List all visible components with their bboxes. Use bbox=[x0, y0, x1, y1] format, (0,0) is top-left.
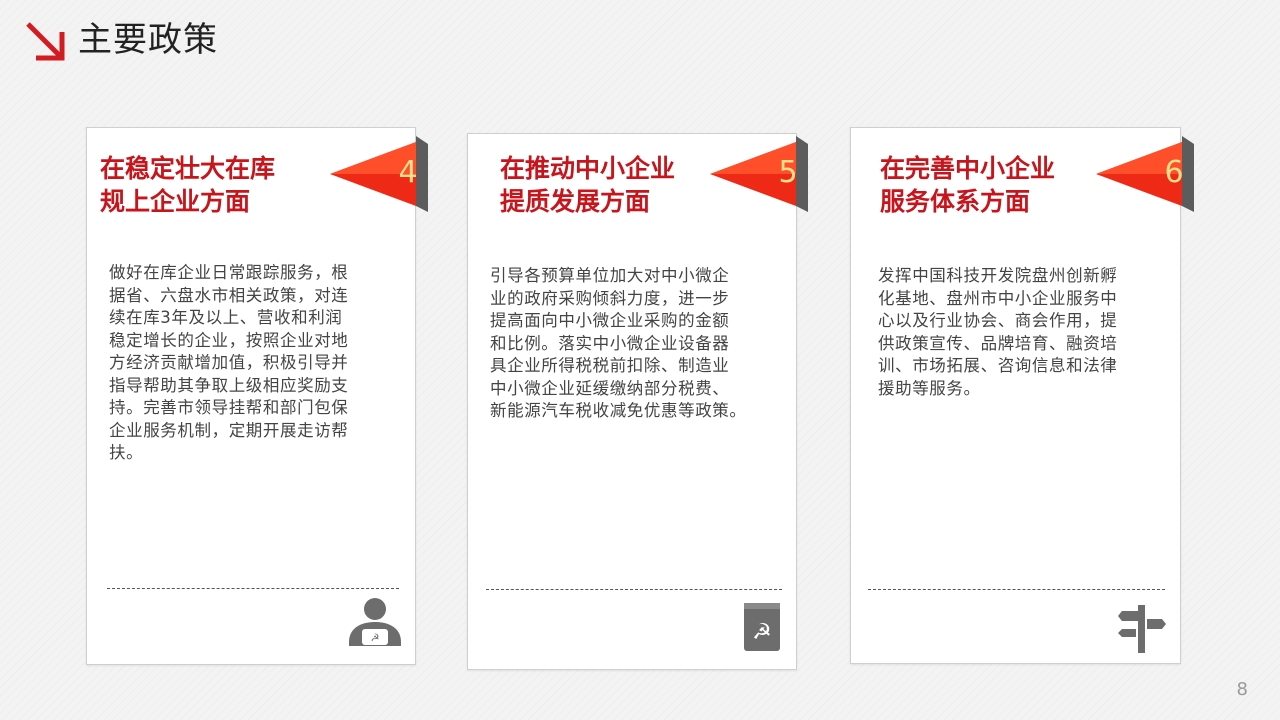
page-title: 主要政策 bbox=[78, 20, 218, 60]
svg-text:☭: ☭ bbox=[752, 620, 772, 645]
body-line: 指导帮助其争取上级相应奖励支 bbox=[109, 375, 349, 395]
card-number: 4 bbox=[398, 155, 418, 190]
card-title-line2: 服务体系方面 bbox=[880, 187, 1031, 216]
body-line: 具企业所得税税前扣除、制造业 bbox=[490, 356, 730, 375]
body-line: 中小微企业延缓缴纳部分税费、 bbox=[490, 378, 730, 398]
signpost-icon bbox=[1118, 605, 1166, 653]
party-book-icon: ☭ bbox=[744, 603, 780, 651]
body-line: 供政策宣传、品牌培育、融资培 bbox=[878, 333, 1118, 353]
body-line: 业的政府采购倾斜力度，进一步 bbox=[490, 288, 730, 308]
body-line: 续在库3年及以上、营收和利润 bbox=[109, 308, 343, 327]
body-line: 心以及行业协会、商会作用，提 bbox=[878, 311, 1118, 330]
card-body: 发挥中国科技开发院盘州创新孵 化基地、盘州市中小企业服务中 心以及行业协会、商会… bbox=[878, 265, 1174, 400]
body-line: 企业服务机制，定期开展走访帮 bbox=[109, 420, 349, 440]
body-line: 据省、六盘水市相关政策，对连 bbox=[109, 285, 349, 305]
card-number: 6 bbox=[1164, 155, 1184, 190]
body-line: 新能源汽车税收减免优惠等政策。 bbox=[490, 401, 747, 420]
body-line: 做好在库企业日常跟踪服务，根 bbox=[109, 263, 349, 282]
card-title-line1: 在推动中小企业 bbox=[500, 154, 676, 183]
dashed-divider bbox=[868, 589, 1165, 590]
card-body: 做好在库企业日常跟踪服务，根 据省、六盘水市相关政策，对连 续在库3年及以上、营… bbox=[109, 262, 399, 465]
dashed-divider bbox=[486, 589, 782, 590]
dashed-divider bbox=[107, 588, 399, 589]
card-body: 引导各预算单位加大对中小微企 业的政府采购倾斜力度，进一步 提高面向中小微企业采… bbox=[490, 265, 790, 423]
body-line: 提高面向中小微企业采购的金额 bbox=[490, 311, 730, 330]
body-line: 和比例。落实中小微企业设备器 bbox=[490, 333, 730, 353]
body-line: 引导各预算单位加大对中小微企 bbox=[490, 266, 730, 285]
card-title-line1: 在完善中小企业 bbox=[880, 154, 1056, 183]
arrow-down-right-icon bbox=[26, 22, 65, 61]
svg-text:☭: ☭ bbox=[371, 633, 380, 644]
card-title-line1: 在稳定壮大在库 bbox=[100, 154, 276, 183]
body-line: 援助等服务。 bbox=[878, 378, 981, 398]
body-line: 扶。 bbox=[109, 443, 144, 462]
body-line: 化基地、盘州市中小企业服务中 bbox=[878, 288, 1118, 308]
body-line: 持。完善市领导挂帮和部门包保 bbox=[109, 398, 349, 417]
party-member-person-icon: ☭ bbox=[349, 598, 401, 646]
page-number: 8 bbox=[1236, 679, 1248, 700]
body-line: 发挥中国科技开发院盘州创新孵 bbox=[878, 266, 1118, 285]
card-title-line2: 规上企业方面 bbox=[100, 187, 251, 216]
body-line: 方经济贡献增加值，积极引导并 bbox=[109, 353, 349, 372]
body-line: 训、市场拓展、咨询信息和法律 bbox=[878, 356, 1118, 375]
body-line: 稳定增长的企业，按照企业对地 bbox=[109, 330, 349, 350]
card-number: 5 bbox=[778, 155, 798, 190]
card-title-line2: 提质发展方面 bbox=[500, 187, 651, 216]
